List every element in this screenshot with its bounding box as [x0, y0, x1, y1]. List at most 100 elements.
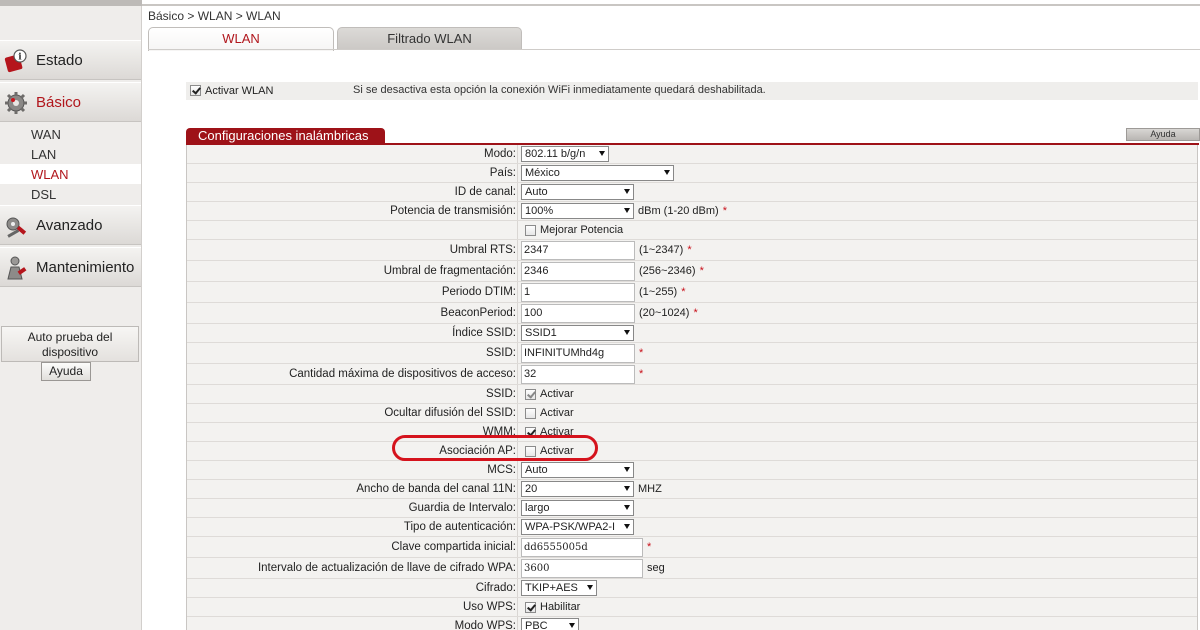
submenu-wan[interactable]: WAN	[0, 124, 141, 144]
rekey-interval-input[interactable]: 3600	[521, 558, 643, 578]
field-label: Modo WPS:	[454, 620, 516, 630]
activate-wlan-row: Activar WLAN Si se desactiva esta opción…	[186, 82, 1198, 100]
sidebar-item-estado[interactable]: i Estado	[0, 40, 141, 80]
sidebar: i Estado Básico WAN LAN WLAN DSL Avanzad…	[0, 0, 142, 630]
chevron-down-icon	[664, 170, 670, 175]
activate-wlan-checkbox[interactable]	[190, 85, 201, 96]
hide-ssid-checkbox[interactable]	[525, 407, 536, 419]
encryption-select[interactable]: TKIP+AES	[521, 580, 597, 596]
row-ocultar: Ocultar difusión del SSID: Activar	[187, 404, 1197, 423]
chevron-down-icon	[624, 330, 630, 335]
breadcrumb: Básico > WLAN > WLAN	[148, 9, 281, 23]
chevron-down-icon	[624, 467, 630, 472]
row-ssid: SSID: INFINITUMhd4g *	[187, 343, 1197, 364]
mode-select[interactable]: 802.11 b/g/n	[521, 146, 609, 162]
activate-wlan-note: Si se desactiva esta opción la conexión …	[353, 84, 766, 96]
field-label: Guardia de Intervalo:	[408, 502, 516, 514]
chevron-down-icon	[624, 486, 630, 491]
submenu-lan[interactable]: LAN	[0, 144, 141, 164]
row-intervalo: Intervalo de actualización de llave de c…	[187, 558, 1197, 579]
chevron-down-icon	[599, 151, 605, 156]
submenu-label: DSL	[31, 187, 57, 202]
fragmentation-input[interactable]: 2346	[521, 261, 635, 281]
tab-filtrado-wlan[interactable]: Filtrado WLAN	[337, 27, 522, 50]
field-label: Ocultar difusión del SSID:	[384, 407, 516, 419]
sidebar-item-label: Estado	[36, 52, 83, 69]
row-dtim: Periodo DTIM: 1 (1~255) *	[187, 282, 1197, 303]
field-label: Uso WPS:	[462, 601, 516, 613]
tab-wlan[interactable]: WLAN	[148, 27, 334, 51]
field-label: Umbral de fragmentación:	[383, 265, 516, 277]
beacon-input[interactable]: 100	[521, 303, 635, 323]
improve-power-label: Mejorar Potencia	[540, 224, 624, 236]
bandwidth-select[interactable]: 20	[521, 481, 634, 497]
wireless-settings-table: Modo: 802.11 b/g/n País: México ID de ca…	[186, 145, 1198, 630]
chevron-down-icon	[587, 585, 593, 590]
row-beacon: BeaconPeriod: 100 (20~1024) *	[187, 303, 1197, 324]
guard-interval-select[interactable]: largo	[521, 500, 634, 516]
row-canal: ID de canal: Auto	[187, 183, 1197, 202]
activate-wlan-label: Activar WLAN	[205, 85, 274, 97]
max-devices-input[interactable]: 32	[521, 364, 635, 384]
sidebar-help-button[interactable]: Ayuda	[41, 362, 91, 381]
row-guardia: Guardia de Intervalo: largo	[187, 499, 1197, 518]
submenu-wlan[interactable]: WLAN	[0, 164, 141, 184]
row-max: Cantidad máxima de dispositivos de acces…	[187, 364, 1197, 385]
maintenance-icon	[7, 256, 27, 280]
field-label: ID de canal:	[454, 186, 516, 198]
ap-isolation-highlight	[392, 435, 598, 461]
submenu-dsl[interactable]: DSL	[0, 184, 141, 204]
field-label: MCS:	[487, 464, 516, 476]
channel-select[interactable]: Auto	[521, 184, 634, 200]
section-help-button[interactable]: Ayuda	[1126, 128, 1200, 141]
sidebar-item-basico[interactable]: Básico	[0, 82, 141, 122]
sidebar-item-mantenimiento[interactable]: Mantenimiento	[0, 247, 141, 287]
field-label: Umbral RTS:	[449, 244, 516, 256]
sidebar-top-line	[0, 0, 142, 6]
row-mejorar: Mejorar Potencia	[187, 221, 1197, 240]
rts-input[interactable]: 2347	[521, 240, 635, 260]
autotest-button[interactable]: Auto prueba del dispositivo	[1, 326, 139, 362]
row-modo-wps: Modo WPS: PBC	[187, 617, 1197, 630]
field-label: SSID:	[485, 388, 516, 400]
wps-mode-select[interactable]: PBC	[521, 618, 579, 630]
svg-text:i: i	[18, 53, 22, 63]
mcs-select[interactable]: Auto	[521, 462, 634, 478]
info-icon: i	[4, 49, 27, 73]
row-ssid-enable: SSID: Activar	[187, 385, 1197, 404]
field-label: BeaconPeriod:	[440, 307, 516, 319]
improve-power-checkbox[interactable]	[525, 224, 536, 236]
field-label: Tipo de autenticación:	[403, 521, 516, 533]
psk-input[interactable]: dd6555005d	[521, 537, 643, 557]
chevron-down-icon	[624, 524, 630, 529]
row-wmm: WMM: Activar	[187, 423, 1197, 442]
tx-power-select[interactable]: 100%	[521, 203, 634, 219]
ssid-enable-checkbox[interactable]	[525, 388, 536, 400]
submenu-label: WAN	[31, 127, 61, 142]
row-indice: Índice SSID: SSID1	[187, 324, 1197, 343]
ssid-index-select[interactable]: SSID1	[521, 325, 634, 341]
row-pais: País: México	[187, 164, 1197, 183]
chevron-down-icon	[624, 208, 630, 213]
tx-power-unit: dBm (1-20 dBm)	[638, 205, 719, 217]
row-wps: Uso WPS: Habilitar	[187, 598, 1197, 617]
field-label: SSID:	[485, 347, 516, 359]
sidebar-item-avanzado[interactable]: Avanzado	[0, 205, 141, 245]
top-strip	[0, 0, 1200, 6]
country-select[interactable]: México	[521, 165, 674, 181]
row-rts: Umbral RTS: 2347 (1~2347) *	[187, 240, 1197, 261]
row-frag: Umbral de fragmentación: 2346 (256~2346) *	[187, 261, 1197, 282]
row-ancho: Ancho de banda del canal 11N: 20 MHZ	[187, 480, 1197, 499]
field-label: Clave compartida inicial:	[391, 541, 516, 553]
field-label: Cantidad máxima de dispositivos de acces…	[289, 368, 516, 380]
chevron-down-icon	[624, 505, 630, 510]
field-label: País:	[489, 167, 516, 179]
chevron-down-icon	[569, 623, 575, 628]
tools-icon	[6, 217, 27, 238]
dtim-input[interactable]: 1	[521, 282, 635, 302]
wps-checkbox[interactable]	[525, 601, 536, 613]
ssid-input[interactable]: INFINITUMhd4g	[521, 343, 635, 363]
auth-type-select[interactable]: WPA-PSK/WPA2-I	[521, 519, 634, 535]
sidebar-item-label: Mantenimiento	[36, 259, 135, 276]
row-clave: Clave compartida inicial: dd6555005d *	[187, 537, 1197, 558]
